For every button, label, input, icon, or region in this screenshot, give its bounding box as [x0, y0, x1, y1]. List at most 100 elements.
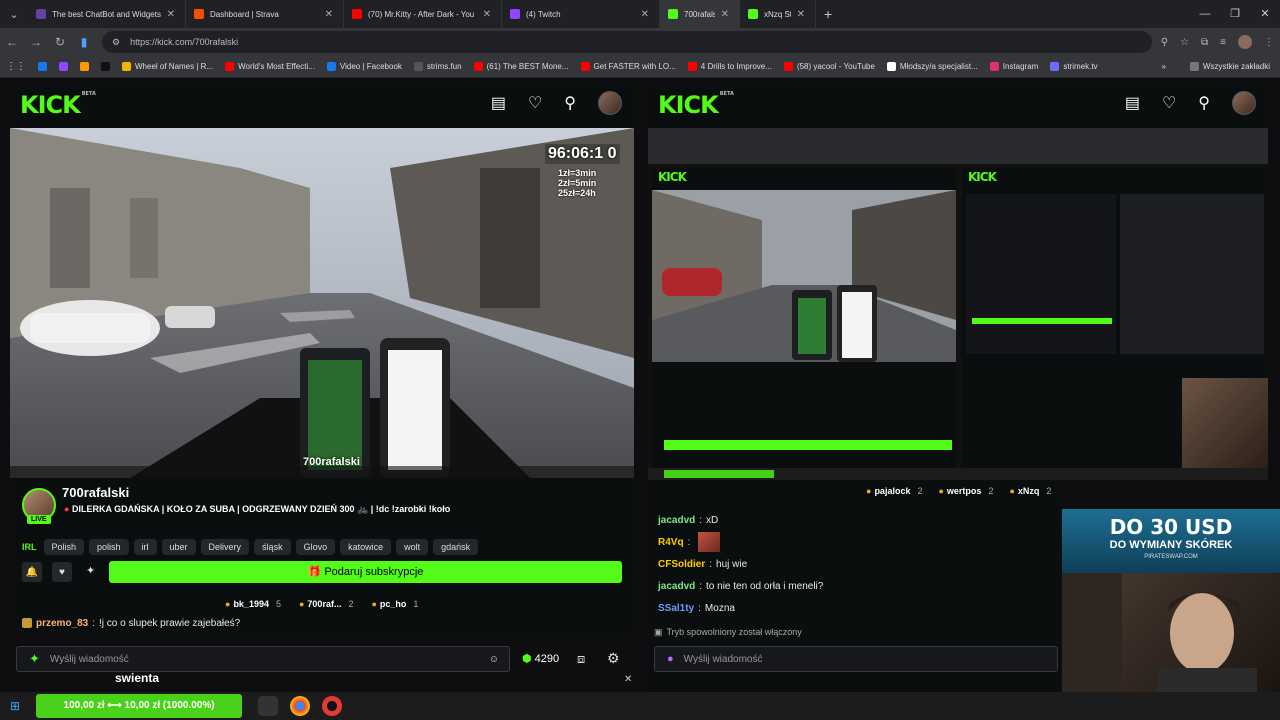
bookmark-item[interactable]: World's Most Effecti...	[219, 62, 321, 71]
zoom-icon[interactable]: ⚲	[1161, 37, 1168, 48]
back-icon[interactable]: ←	[0, 35, 24, 49]
chat-username[interactable]: jacadvd	[658, 515, 695, 526]
site-info-icon[interactable]: ⚙	[112, 37, 120, 48]
chat-username[interactable]: jacadvd	[658, 581, 695, 592]
browser-tab[interactable]: (4) Twitch ✕	[502, 0, 660, 28]
browse-icon-right[interactable]: ▤	[1125, 93, 1140, 113]
browser-tab[interactable]: xNzq Str ✕	[740, 0, 816, 28]
stream-tag[interactable]: polish	[89, 539, 129, 555]
kick-logo[interactable]: KICK BETA	[20, 91, 96, 119]
close-overlay-icon[interactable]: ✕	[624, 674, 632, 685]
user-avatar-right[interactable]	[1232, 91, 1256, 115]
tab-search-icon[interactable]: ⌄	[0, 0, 28, 28]
close-window-icon[interactable]: ✕	[1250, 0, 1280, 28]
gifter[interactable]: ● xNzq 2	[1009, 486, 1051, 496]
sparkle-icon[interactable]: ✦	[86, 564, 95, 577]
close-tab-icon[interactable]: ✕	[797, 9, 805, 20]
windows-start-icon[interactable]: ⊞	[10, 699, 20, 713]
reload-icon[interactable]: ↻	[48, 35, 72, 49]
emote-sparkle-icon[interactable]: ✦	[29, 651, 40, 667]
gifter[interactable]: ● wertpos 2	[938, 486, 993, 496]
stream-tag[interactable]: katowice	[340, 539, 392, 555]
gifter[interactable]: ● bk_1994 5	[225, 599, 281, 609]
bookmark-item[interactable]: Instagram	[984, 62, 1045, 71]
terminal-icon[interactable]	[258, 696, 279, 716]
stream-tag[interactable]: Polish	[43, 539, 85, 555]
bookmark-item[interactable]: Wheel of Names | R...	[116, 62, 219, 71]
chat-username[interactable]: SSal1ty	[658, 603, 694, 614]
stream-tag[interactable]: irl	[133, 539, 157, 555]
right-video-player[interactable]: KICK KICK	[648, 128, 1268, 480]
close-tab-icon[interactable]: ✕	[325, 9, 333, 20]
stream-tag[interactable]: gdańsk	[433, 539, 479, 555]
browser-tab[interactable]: Dashboard | Strava ✕	[186, 0, 344, 28]
chat-username[interactable]: CFSoldier	[658, 559, 705, 570]
close-tab-icon[interactable]: ✕	[721, 9, 729, 20]
apps-icon[interactable]: ⋮⋮	[0, 61, 32, 72]
following-heart-icon[interactable]: ♡	[528, 93, 542, 113]
gear-icon[interactable]: ⚙	[607, 650, 620, 667]
stream-tag[interactable]: wolt	[396, 539, 429, 555]
chrome-icon[interactable]	[290, 696, 311, 716]
more-bookmarks-icon[interactable]: »	[1156, 62, 1172, 71]
browser-tab[interactable]: The best ChatBot and Widgets ✕	[28, 0, 186, 28]
bookmark-item[interactable]: strimek.tv	[1044, 62, 1103, 71]
bookmark-item[interactable]	[32, 62, 53, 71]
follow-heart-icon[interactable]: ♥	[52, 562, 72, 582]
right-chat-input[interactable]: ● Wyślij wiadomość	[654, 646, 1058, 672]
gifter[interactable]: ● pajalock 2	[866, 486, 922, 496]
left-chat-input[interactable]: ✦ Wyślij wiadomość ☺	[16, 646, 510, 672]
profile-icon[interactable]	[1238, 35, 1252, 49]
user-avatar[interactable]	[598, 91, 622, 115]
stream-tag[interactable]: IRL	[20, 539, 39, 555]
extensions-icon[interactable]: ⧉	[1201, 37, 1208, 48]
minimize-icon[interactable]: —	[1190, 0, 1220, 28]
search-icon[interactable]: ⚲	[564, 93, 576, 113]
channel-name[interactable]: 700rafalski	[62, 485, 129, 500]
chat-username[interactable]: przemo_83	[36, 618, 88, 629]
chat-username[interactable]: R4Vq	[658, 537, 684, 548]
notify-bell-icon[interactable]: 🔔	[22, 562, 42, 582]
bookmark-item[interactable]	[95, 62, 116, 71]
following-heart-icon-right[interactable]: ♡	[1162, 93, 1176, 113]
bookmark-item[interactable]: strims.fun	[408, 62, 468, 71]
browse-icon[interactable]: ▤	[491, 93, 506, 113]
close-tab-icon[interactable]: ✕	[483, 9, 491, 20]
browser-tab[interactable]: (70) Mr.Kitty - After Dark - You ✕	[344, 0, 502, 28]
gift-subscription-button[interactable]: 🎁 Podaruj subskrypcje	[109, 561, 622, 583]
bookmark-item[interactable]: Get FASTER with LO...	[575, 62, 682, 71]
menu-icon[interactable]: ⋮	[1264, 37, 1274, 48]
emoji-icon[interactable]: ☺	[489, 654, 499, 665]
gifter[interactable]: ● 700raf... 2	[299, 599, 353, 609]
kick-logo-right[interactable]: KICK BETA	[658, 91, 734, 119]
all-bookmarks[interactable]: Wszystkie zakładki	[1184, 62, 1276, 71]
bookmark-item[interactable]: 4 Drills to Improve...	[682, 62, 778, 71]
close-tab-icon[interactable]: ✕	[167, 9, 175, 20]
stream-tag[interactable]: Delivery	[200, 539, 250, 555]
close-tab-icon[interactable]: ✕	[641, 9, 649, 20]
bookmark-item[interactable]: Młodszy/a specjalist...	[881, 62, 984, 71]
media-icon[interactable]: ≡	[1220, 37, 1226, 48]
bookmark-item[interactable]	[53, 62, 74, 71]
mic-icon[interactable]: ●	[667, 653, 674, 665]
bookmark-item[interactable]: (58) yacool - YouTube	[778, 62, 881, 71]
gifter[interactable]: ● pc_ho 1	[371, 599, 418, 609]
new-tab-button[interactable]: +	[824, 6, 832, 22]
stream-tag[interactable]: Glovo	[295, 539, 336, 555]
bookmark-item[interactable]: Video | Facebook	[321, 62, 408, 71]
stream-tag[interactable]: uber	[161, 539, 196, 555]
left-video-player[interactable]: 96:06:1 0 1zł=3min 2zł=5min 25zł=24h 700…	[10, 128, 634, 478]
stream-tag[interactable]: śląsk	[254, 539, 291, 555]
bookmark-item[interactable]	[74, 62, 95, 71]
bookmark-item[interactable]: (61) The BEST Mone...	[468, 62, 575, 71]
forward-icon[interactable]: →	[24, 35, 48, 49]
browser-tab[interactable]: 700rafalski ✕	[660, 0, 740, 28]
url-field[interactable]: ⚙ https://kick.com/700rafalski	[102, 31, 1152, 53]
bookmark-star-icon[interactable]: ☆	[1180, 37, 1189, 48]
extension-icon[interactable]: ▮	[72, 35, 96, 49]
search-icon-right[interactable]: ⚲	[1198, 93, 1210, 113]
restore-icon[interactable]: ❐	[1220, 0, 1250, 28]
chat-settings-icon[interactable]: ⧈	[577, 651, 585, 667]
channel-points[interactable]: ⬢ 4290	[522, 652, 559, 666]
app-icon[interactable]	[322, 696, 343, 716]
